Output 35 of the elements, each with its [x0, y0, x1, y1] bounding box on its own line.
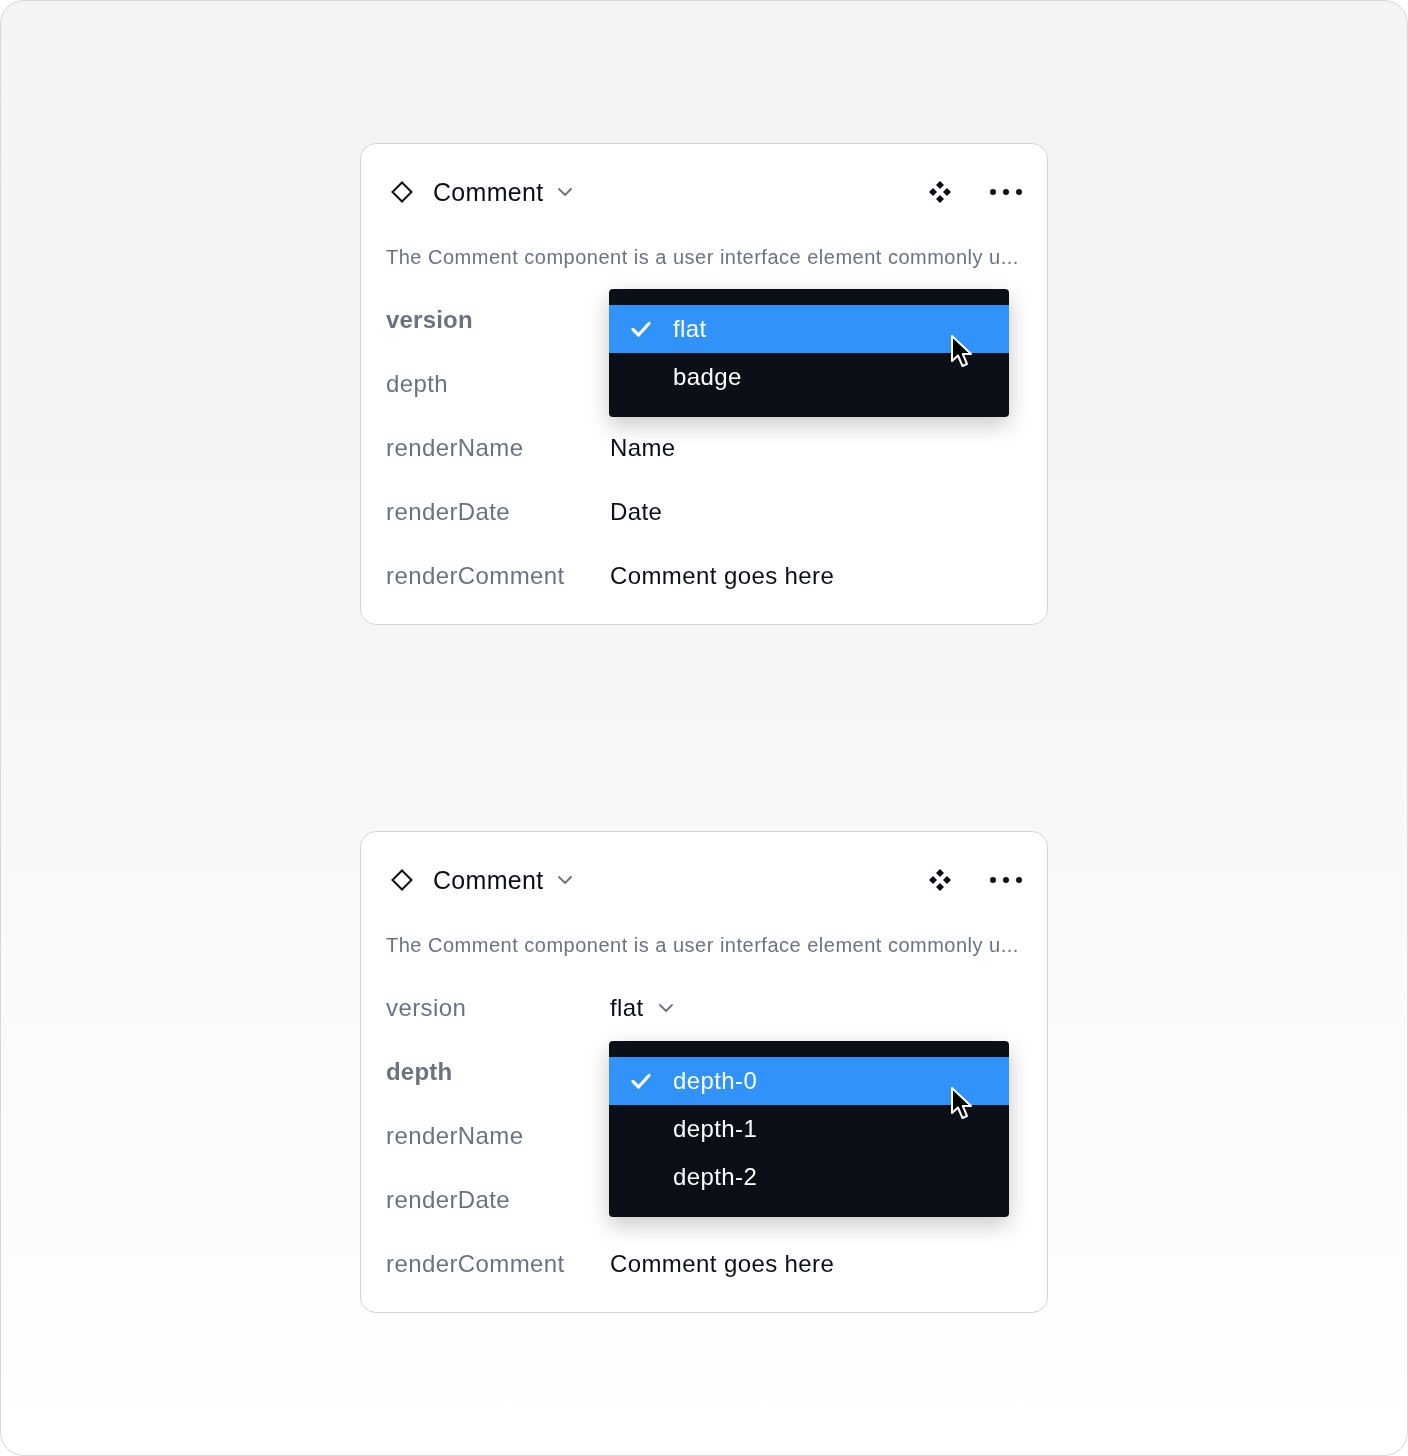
- property-label: depth: [386, 370, 450, 398]
- cursor-icon: [950, 334, 974, 368]
- property-label: version: [386, 994, 468, 1022]
- property-label: renderName: [386, 1122, 525, 1150]
- property-label: version: [386, 306, 474, 334]
- caret-icon: [558, 876, 573, 884]
- cursor-icon: [950, 1086, 974, 1120]
- caret-icon: [658, 1004, 673, 1012]
- component-description: The Comment component is a user interface element commonly u...: [386, 933, 1020, 958]
- component-name-button[interactable]: Comment: [433, 177, 573, 207]
- component-icon[interactable]: [928, 868, 952, 892]
- property-value: Date: [610, 498, 663, 526]
- check-icon: [631, 321, 651, 337]
- property-value: Name: [610, 434, 676, 462]
- property-label: renderDate: [386, 1186, 512, 1214]
- property-label: renderComment: [386, 1250, 566, 1278]
- menu-option[interactable]: depth-2: [609, 1153, 1009, 1201]
- diamond-icon: [391, 181, 413, 203]
- more-icon[interactable]: [989, 188, 1023, 196]
- property-label: renderDate: [386, 498, 512, 526]
- caret-icon: [558, 188, 573, 196]
- property-label: renderComment: [386, 562, 566, 590]
- property-value: Comment goes here: [610, 562, 835, 590]
- property-value: Comment goes here: [610, 1250, 835, 1278]
- more-icon[interactable]: [989, 876, 1023, 884]
- menu-option[interactable]: depth-1: [609, 1105, 1009, 1153]
- property-select[interactable]: flat: [610, 994, 673, 1022]
- property-label: renderName: [386, 434, 525, 462]
- component-description: The Comment component is a user interface element commonly u...: [386, 245, 1020, 270]
- menu-option[interactable]: badge: [609, 353, 1009, 401]
- component-name-button[interactable]: Comment: [433, 865, 573, 895]
- check-icon: [631, 1073, 651, 1089]
- component-icon[interactable]: [928, 180, 952, 204]
- diamond-icon: [391, 869, 413, 891]
- property-label: depth: [386, 1058, 454, 1086]
